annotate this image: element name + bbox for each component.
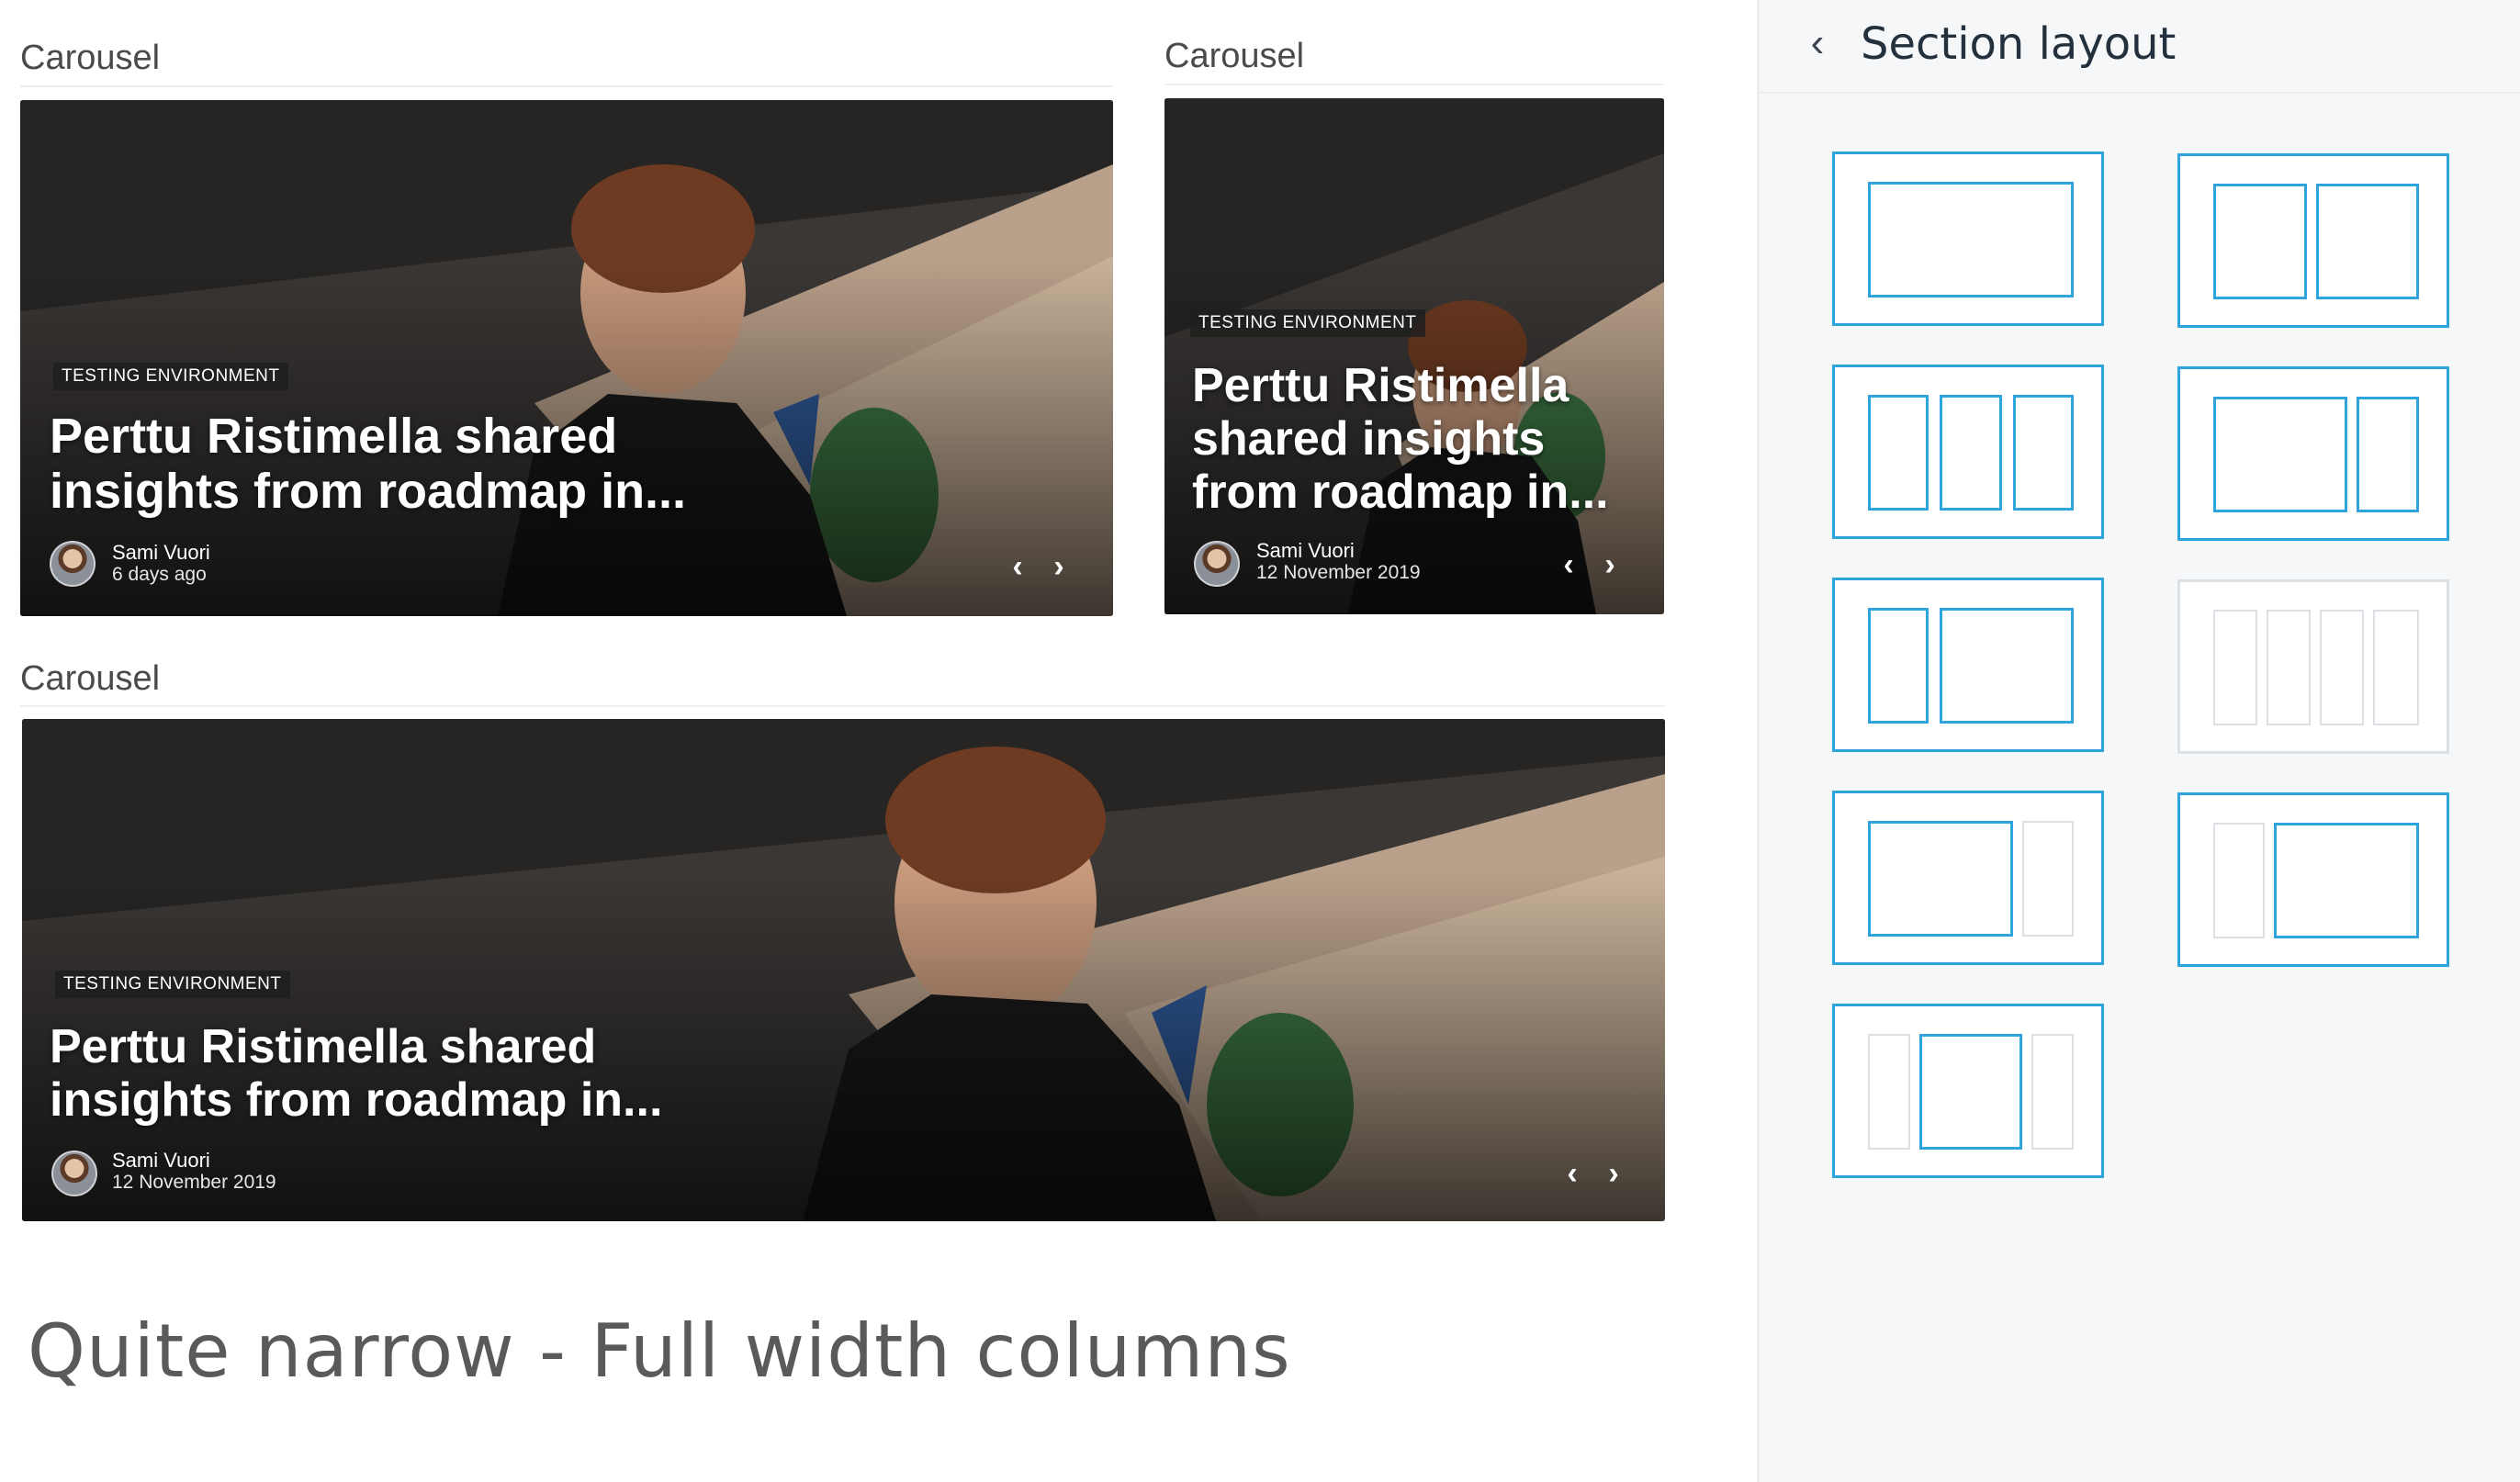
carousel-3[interactable]: TESTING ENVIRONMENT Perttu Ristimella sh…	[22, 719, 1665, 1221]
article-title[interactable]: Perttu Ristimella shared insights from r…	[50, 409, 692, 520]
prev-arrow-icon[interactable]: ‹	[1004, 551, 1031, 582]
layout-column	[2357, 397, 2419, 512]
layout-column	[2213, 397, 2347, 512]
layout-column	[1919, 1034, 2022, 1150]
carousel-2[interactable]: TESTING ENVIRONMENT Perttu Ristimella sh…	[1164, 98, 1664, 614]
layout-column	[1868, 182, 2074, 298]
category-tag[interactable]: TESTING ENVIRONMENT	[55, 971, 290, 998]
layout-column	[2213, 184, 2307, 299]
layout-one-column[interactable]	[1832, 152, 2104, 326]
prev-arrow-icon[interactable]: ‹	[1558, 1158, 1586, 1189]
section-layout-panel: ‹ Section layout	[1757, 0, 2520, 1482]
layout-two-columns[interactable]	[2177, 153, 2449, 328]
author-avatar	[1194, 541, 1240, 587]
layout-sidebar-left-wide-right[interactable]	[2177, 792, 2449, 967]
next-arrow-icon[interactable]: ›	[1596, 549, 1624, 580]
layout-center-with-sidebars[interactable]	[1832, 1004, 2104, 1178]
author-name: Sami Vuori	[112, 1149, 210, 1172]
layout-sidebar	[2031, 1034, 2074, 1150]
author-avatar	[50, 541, 96, 587]
prev-arrow-icon[interactable]: ‹	[1555, 549, 1582, 580]
layout-narrow-left-wide-right[interactable]	[1832, 578, 2104, 752]
next-arrow-icon[interactable]: ›	[1600, 1158, 1627, 1189]
author-name: Sami Vuori	[112, 541, 210, 564]
panel-header: ‹ Section layout	[1760, 0, 2520, 94]
post-date: 6 days ago	[112, 564, 207, 586]
layout-sidebar	[1868, 1034, 1910, 1150]
post-date: 12 November 2019	[1256, 562, 1421, 584]
layout-column	[1868, 608, 1929, 724]
layout-column	[1868, 395, 1929, 511]
article-title[interactable]: Perttu Ristimella shared insights from r…	[50, 1020, 711, 1127]
layout-column	[2213, 610, 2257, 725]
layout-column	[1940, 608, 2074, 724]
panel-title: Section layout	[1861, 18, 2177, 70]
layout-column	[2373, 610, 2419, 725]
layout-sidebar	[2213, 823, 2265, 938]
next-arrow-icon[interactable]: ›	[1045, 551, 1073, 582]
carousel-2-label: Carousel	[1164, 37, 1305, 75]
carousel-1-label: Carousel	[20, 39, 161, 77]
layout-four-columns[interactable]	[2177, 579, 2449, 754]
divider	[20, 705, 1665, 707]
layout-three-columns[interactable]	[1832, 365, 2104, 539]
layout-column	[2274, 823, 2419, 938]
layout-column	[2316, 184, 2419, 299]
carousel-1[interactable]: TESTING ENVIRONMENT Perttu Ristimella sh…	[20, 100, 1113, 616]
layout-sidebar	[2022, 821, 2074, 937]
layout-column	[1940, 395, 2002, 511]
carousel-3-label: Carousel	[20, 659, 161, 698]
layout-column	[1868, 821, 2013, 937]
author-info: Sami Vuori 12 November 2019	[1256, 539, 1421, 584]
post-date: 12 November 2019	[112, 1172, 276, 1194]
divider	[20, 85, 1113, 87]
article-title[interactable]: Perttu Ristimella shared insights from r…	[1192, 359, 1642, 520]
layout-column	[2267, 610, 2311, 725]
author-info: Sami Vuori 6 days ago	[112, 541, 210, 586]
author-name: Sami Vuori	[1256, 539, 1355, 562]
divider	[1164, 84, 1664, 85]
layout-column	[2013, 395, 2074, 511]
back-chevron-icon[interactable]: ‹	[1794, 20, 1840, 66]
category-tag[interactable]: TESTING ENVIRONMENT	[1190, 309, 1425, 337]
section-heading: Quite narrow - Full width columns	[28, 1308, 1291, 1394]
author-avatar	[51, 1151, 97, 1196]
category-tag[interactable]: TESTING ENVIRONMENT	[53, 363, 288, 390]
layout-wide-left-narrow-right[interactable]	[2177, 366, 2449, 541]
layout-wide-left-sidebar-right[interactable]	[1832, 791, 2104, 965]
layout-column	[2320, 610, 2364, 725]
author-info: Sami Vuori 12 November 2019	[112, 1149, 276, 1194]
page-content: Carousel TESTING ENVIRONMENT Perttu Rist…	[0, 0, 1757, 1482]
